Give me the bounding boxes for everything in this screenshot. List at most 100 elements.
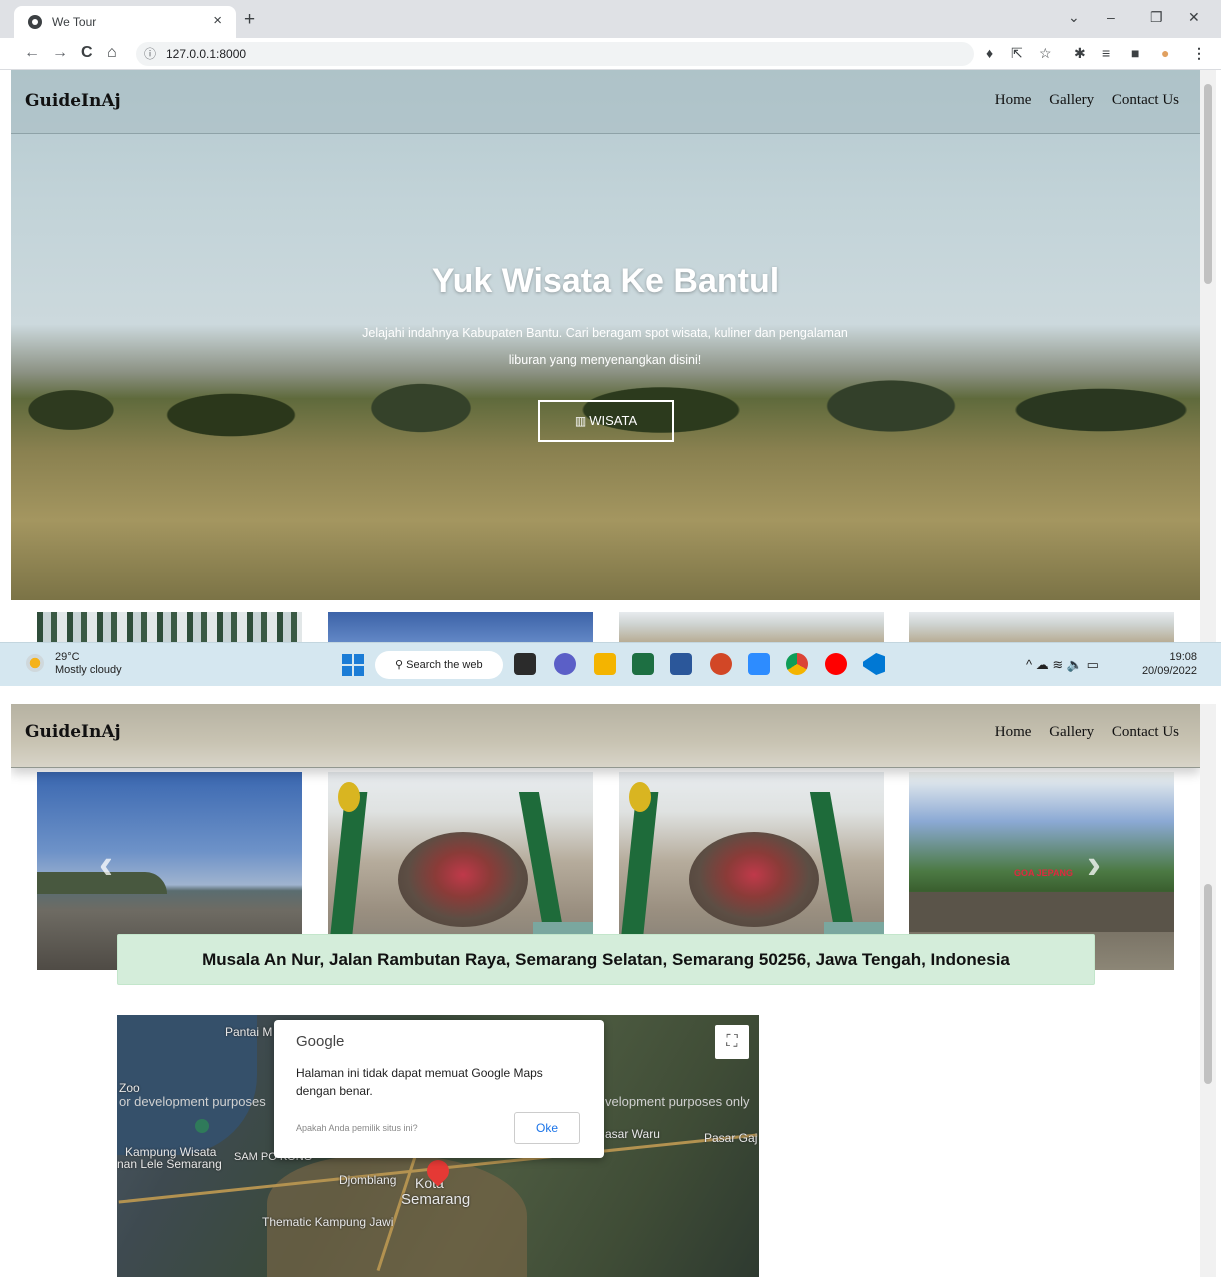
site-menu: Home Gallery Contact Us [981,92,1179,109]
system-tray[interactable]: ^ ☁ ≋ 🔈 ▭ [1026,657,1099,673]
map-poi-icon [195,1119,209,1133]
file-explorer-icon[interactable] [594,653,616,675]
url-text: 127.0.0.1:8000 [166,47,247,61]
carousel-prev-icon[interactable]: ‹ [99,840,113,888]
avatar[interactable]: ● [1161,45,1169,61]
nav-contact[interactable]: Contact Us [1112,724,1179,740]
site-navbar: GuideInAj Home Gallery Contact Us [11,70,1200,134]
sidepanel-icon[interactable]: ■ [1131,45,1139,61]
map-label: Djomblang [339,1173,397,1187]
site-brand[interactable]: GuideInAj [25,91,121,111]
map-label: Pantai M [225,1025,273,1039]
gallery-image[interactable] [37,612,302,642]
star-icon[interactable]: ☆ [1039,45,1052,62]
fullscreen-icon[interactable]: ⛶ [715,1025,749,1059]
gallery-image[interactable] [909,612,1174,642]
teams-icon[interactable] [554,653,576,675]
close-window-button[interactable]: ✕ [1188,9,1200,26]
close-tab-icon[interactable]: × [213,12,222,29]
map-dev-watermark: velopment purposes only [605,1094,750,1109]
reading-list-icon[interactable]: ≡ [1102,45,1110,61]
map-label: asar Waru [605,1127,660,1141]
scrollbar-thumb[interactable] [1204,84,1212,284]
map-label: nan Lele Semarang [117,1157,222,1171]
temperature: 29°C [55,651,80,663]
page-viewport: GuideInAj Home Gallery Contact Us Yuk Wi… [11,70,1200,642]
tab-search-icon[interactable]: ⌄ [1068,9,1080,26]
carousel-next-icon[interactable]: › [1087,840,1101,888]
system-clock[interactable]: 19:08 20/09/2022 [1142,650,1197,678]
address-alert: Musala An Nur, Jalan Rambutan Raya, Sema… [117,934,1095,985]
url-bar[interactable]: ⓘ 127.0.0.1:8000 [136,42,974,66]
powerpoint-icon[interactable] [710,653,732,675]
map-dev-watermark: or development purposes [119,1094,266,1109]
arrow-back-icon[interactable]: ← [24,44,40,62]
puzzle-icon[interactable]: ✱ [1074,45,1086,62]
page-viewport: GuideInAj Home Gallery Contact Us ‹ GOA … [11,704,1200,1277]
hero-section: GuideInAj Home Gallery Contact Us Yuk Wi… [11,70,1200,600]
address-bar-row: ← → C ⌂ ⓘ 127.0.0.1:8000 ♦ ⇱ ☆ ✱ ≡ ■ ● ⋮ [0,38,1221,70]
windows-taskbar: 29°C Mostly cloudy ⚲ Search the web ^ ☁ … [0,642,1221,686]
owner-question-link[interactable]: Apakah Anda pemilik situs ini? [296,1123,418,1133]
word-icon[interactable] [670,653,692,675]
youtube-music-icon[interactable] [825,653,847,675]
site-info-icon[interactable]: ⓘ [144,45,156,62]
screenshot-top: We Tour × + ⌄ – ❐ ✕ ← → C ⌂ ⓘ 127.0.0.1:… [0,0,1221,686]
gallery-image[interactable] [619,612,884,642]
map-icon: ▥ [574,414,587,428]
hero-title: Yuk Wisata Ke Bantul [431,262,780,300]
windows-start-icon[interactable] [342,654,364,676]
globe-icon [28,15,42,29]
taskbar-search-label: Search the web [406,659,483,671]
gallery-image[interactable] [328,612,593,642]
arrow-forward-icon[interactable]: → [52,44,68,62]
taskbar-search[interactable]: ⚲ Search the web [375,651,503,679]
nav-home[interactable]: Home [995,724,1032,740]
site-brand[interactable]: GuideInAj [25,722,121,742]
map-label: Semarang [401,1191,471,1208]
menu-icon[interactable]: ⋮ [1192,45,1206,62]
tab-strip: We Tour × + ⌄ – ❐ ✕ [0,0,1221,38]
wisata-button[interactable]: ▥ WISATA [538,400,674,442]
new-tab-button[interactable]: + [244,9,255,31]
share-icon[interactable]: ⇱ [1011,45,1023,62]
maps-error-message: Halaman ini tidak dapat memuat Google Ma… [296,1066,543,1098]
location-icon[interactable]: ♦ [986,45,993,61]
wisata-button-label: WISATA [589,413,638,428]
clock-time: 19:08 [1169,651,1197,663]
weather-condition: Mostly cloudy [55,664,122,676]
scrollbar-thumb[interactable] [1204,884,1212,1084]
map-label: Thematic Kampung Jawi [262,1215,394,1229]
scrollbar[interactable] [1200,70,1216,642]
chrome-icon[interactable] [786,653,808,675]
map-label: Zoo [119,1081,140,1095]
maps-error-dialog: Google Halaman ini tidak dapat memuat Go… [274,1020,604,1158]
browser-tab[interactable]: We Tour × [14,6,236,38]
hero-subtitle: Jelajahi indahnya Kabupaten Bantu. Cari … [362,326,848,367]
post-knob [629,782,651,812]
zoom-icon[interactable] [748,653,770,675]
rock-shape [689,832,819,927]
reload-icon[interactable]: C [81,44,93,62]
screenshot-bottom: GuideInAj Home Gallery Contact Us ‹ GOA … [0,686,1221,1277]
home-icon[interactable]: ⌂ [107,44,117,62]
rock-shape [398,832,528,927]
scrollbar[interactable] [1200,704,1216,1277]
minimize-button[interactable]: – [1107,9,1115,25]
google-logo: Google [296,1033,345,1050]
vscode-icon[interactable] [863,653,885,675]
goa-jepang-sign: GOA JEPANG [1014,868,1074,878]
clock-date: 20/09/2022 [1141,665,1197,677]
google-map[interactable]: Pantai M Zoo or development purposes vel… [117,1015,759,1277]
task-view-icon[interactable] [514,653,536,675]
nav-home[interactable]: Home [995,92,1032,108]
nav-contact[interactable]: Contact Us [1112,92,1179,108]
nav-gallery[interactable]: Gallery [1049,92,1094,108]
ok-button[interactable]: Oke [514,1112,580,1144]
post-knob [338,782,360,812]
restore-button[interactable]: ❐ [1150,9,1163,26]
site-menu: Home Gallery Contact Us [981,724,1179,741]
nav-gallery[interactable]: Gallery [1049,724,1094,740]
stone-wall-shape [909,892,1174,932]
excel-icon[interactable] [632,653,654,675]
